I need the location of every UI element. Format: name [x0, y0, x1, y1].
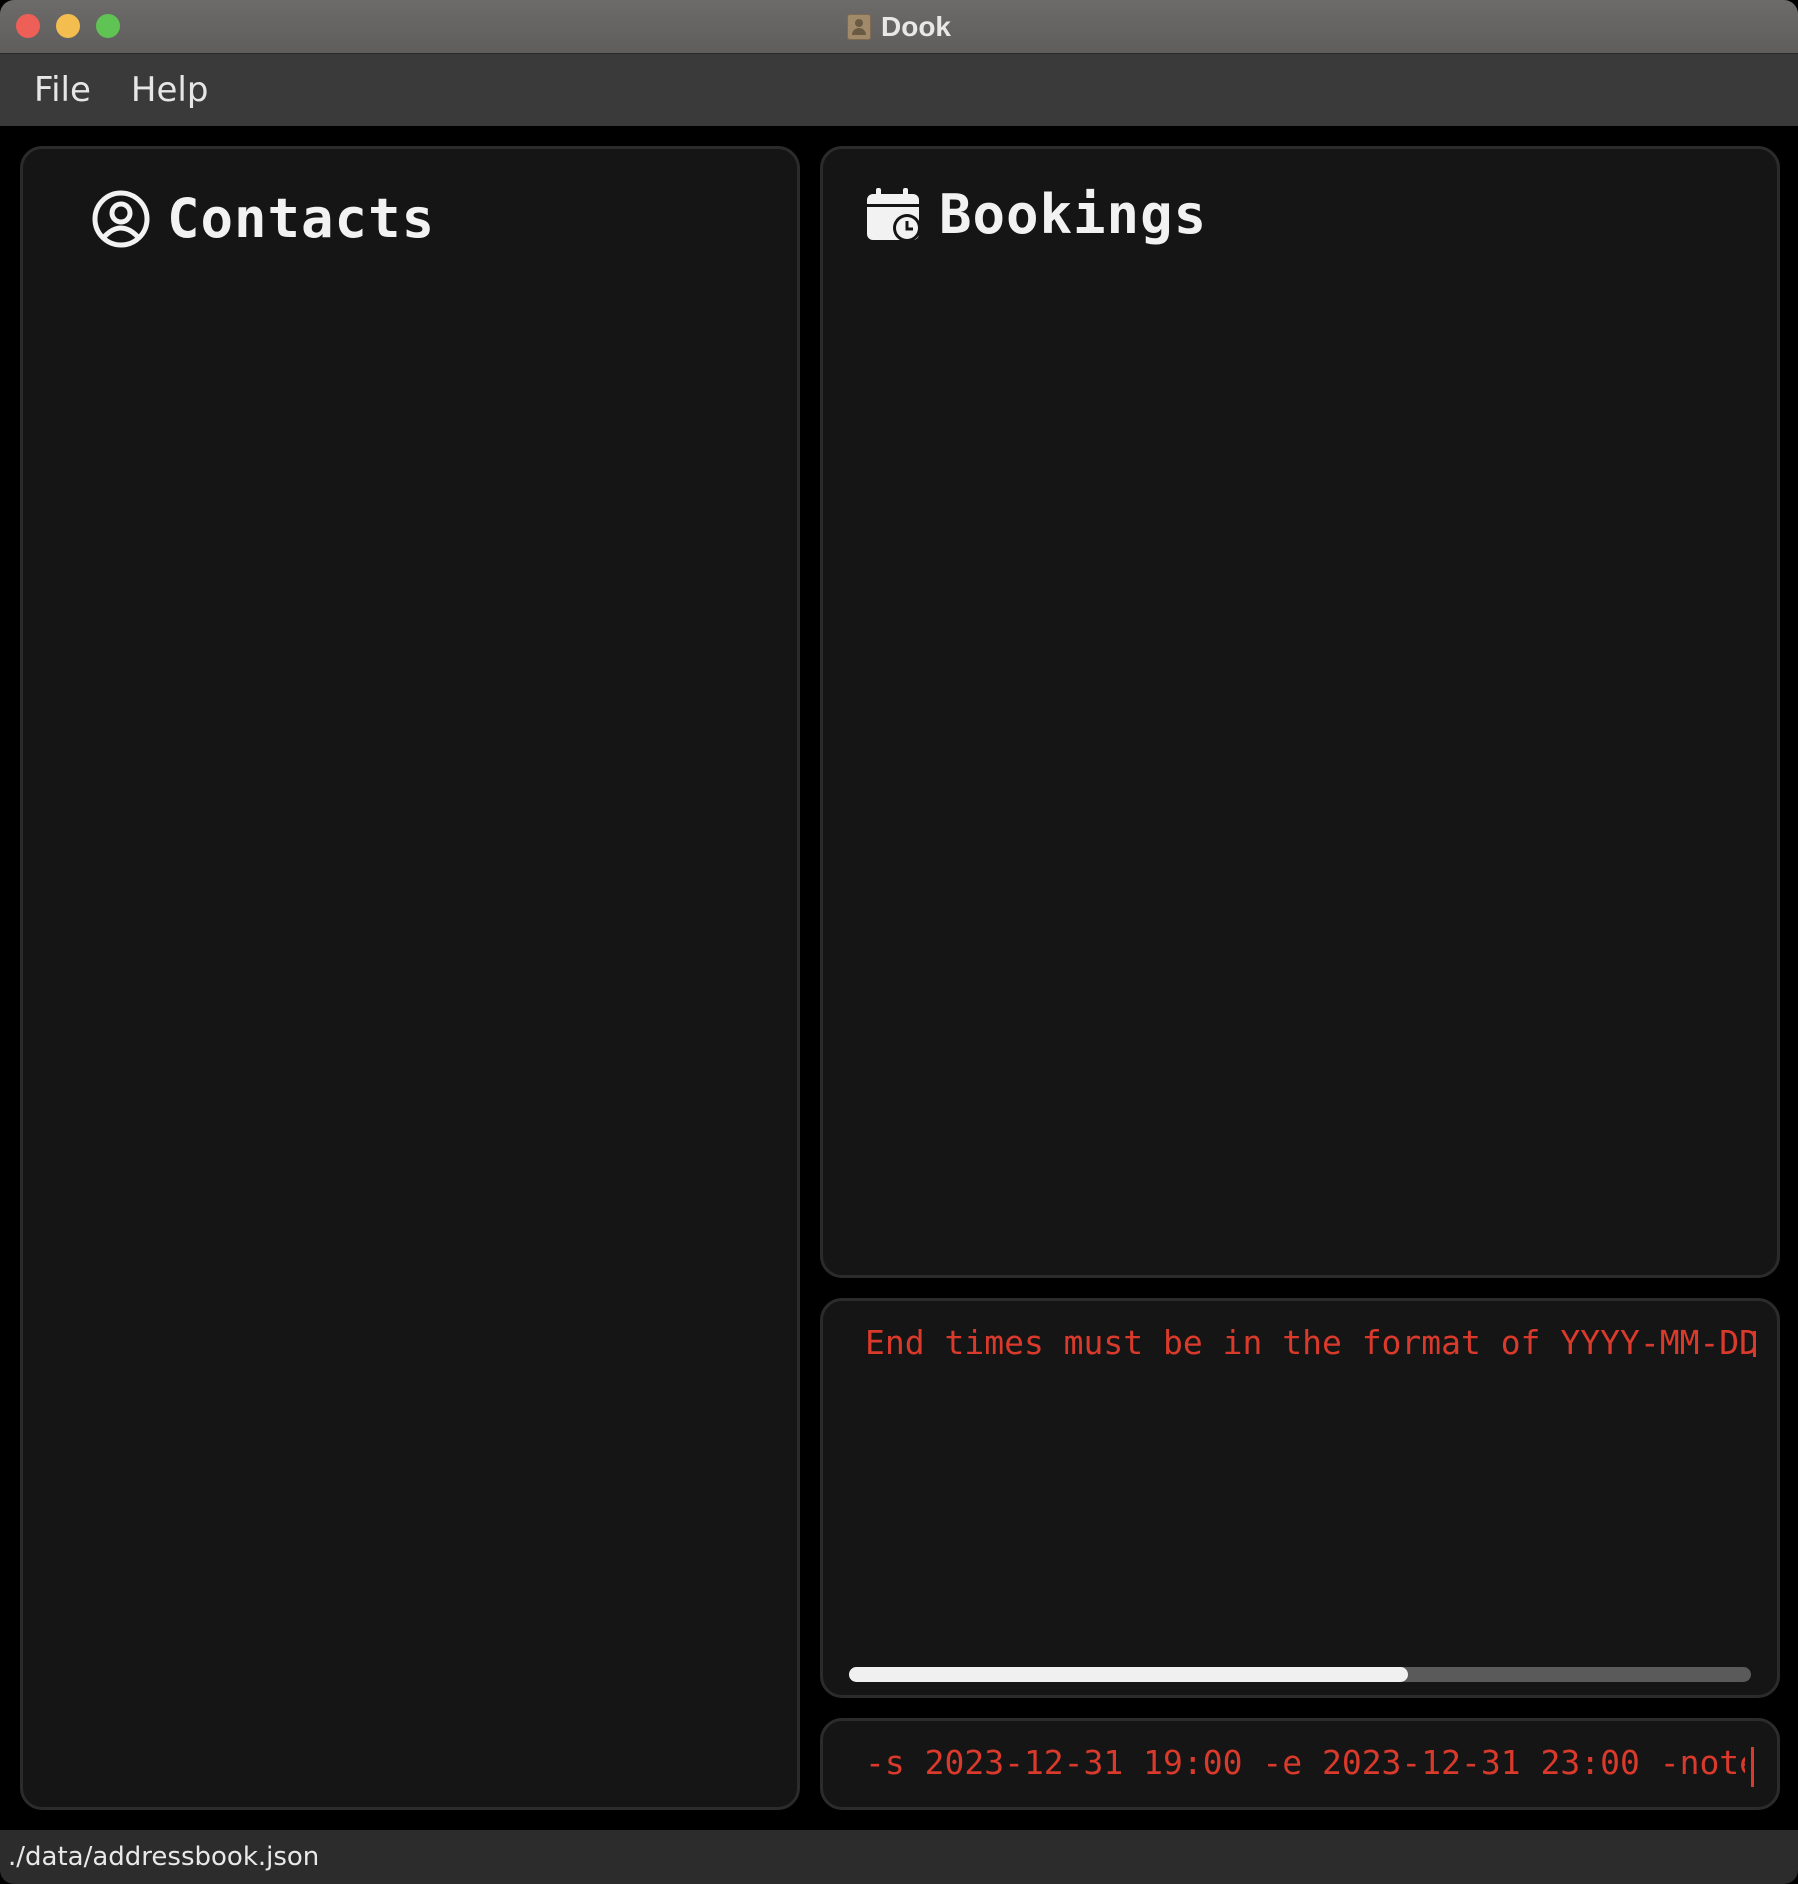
- status-bar: ./data/addressbook.json: [0, 1830, 1798, 1884]
- result-display[interactable]: End times must be in the format of YYYY-…: [820, 1298, 1780, 1698]
- contacts-title: Contacts: [167, 187, 436, 250]
- contacts-panel: Contacts: [20, 146, 800, 1810]
- result-caret: [1753, 1331, 1756, 1357]
- window-title-group: Dook: [0, 0, 1798, 53]
- data-file-path: ./data/addressbook.json: [8, 1842, 320, 1872]
- menu-file[interactable]: File: [34, 70, 91, 110]
- command-box[interactable]: -s 2023-12-31 19:00 -e 2023-12-31 23:00 …: [820, 1718, 1780, 1810]
- menu-bar: File Help: [0, 54, 1798, 126]
- contacts-book-icon: [847, 13, 871, 40]
- horizontal-scrollbar[interactable]: [849, 1667, 1751, 1682]
- title-bar[interactable]: Dook: [0, 0, 1798, 54]
- window-title: Dook: [881, 10, 951, 42]
- command-input[interactable]: -s 2023-12-31 19:00 -e 2023-12-31 23:00 …: [865, 1743, 1745, 1782]
- calendar-clock-icon: [865, 186, 923, 244]
- bookings-panel: Bookings: [820, 146, 1780, 1278]
- bookings-title: Bookings: [939, 183, 1208, 246]
- result-message: End times must be in the format of YYYY-…: [865, 1323, 1755, 1362]
- bookings-header: Bookings: [865, 183, 1207, 246]
- scrollbar-thumb[interactable]: [849, 1667, 1409, 1682]
- user-circle-icon: [91, 189, 151, 249]
- menu-help[interactable]: Help: [131, 70, 209, 110]
- contacts-header: Contacts: [91, 187, 435, 250]
- app-window: Dook File Help Contacts Bookings End tim…: [0, 0, 1798, 1884]
- text-caret: [1751, 1747, 1754, 1787]
